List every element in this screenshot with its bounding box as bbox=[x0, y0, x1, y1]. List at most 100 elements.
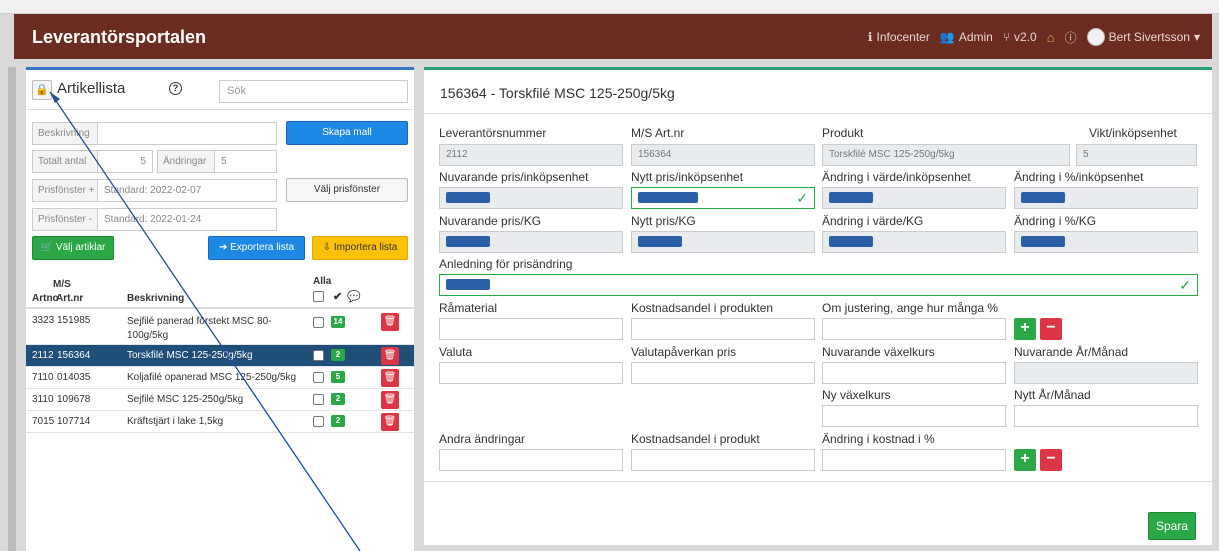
om-justering-input[interactable] bbox=[822, 318, 1006, 340]
table-row-selected[interactable]: 2112 156364 Torskfilé MSC 125-250g/5kg 2… bbox=[26, 345, 414, 367]
row-checkbox[interactable] bbox=[313, 317, 324, 331]
spara-button[interactable]: Spara bbox=[1148, 512, 1196, 540]
row-checkbox[interactable] bbox=[313, 350, 324, 364]
nav-admin[interactable]: 👥 Admin bbox=[940, 30, 993, 44]
nytt-ar-manad-input[interactable] bbox=[1014, 405, 1198, 427]
row-checkbox[interactable] bbox=[313, 394, 324, 408]
top-navbar: Leverantörsportalen ℹ Infocenter 👥 Admin ⑂… bbox=[14, 14, 1212, 59]
row-msart: 151985 bbox=[57, 315, 91, 326]
nytt-pris-ink-label: Nytt pris/inköpsenhet bbox=[631, 170, 744, 184]
andringar-label: Ändringar bbox=[157, 150, 215, 173]
ny-vaxelkurs-input[interactable] bbox=[822, 405, 1006, 427]
table-row[interactable]: 3110 109678 Sejfilé MSC 125-250g/5kg 2 🗑 bbox=[26, 389, 414, 411]
vikt-label: Vikt/inköpsenhet bbox=[1089, 126, 1177, 140]
nuv-pris-ink-label: Nuvarande pris/inköpsenhet bbox=[439, 170, 589, 184]
exportera-lista-button[interactable]: ➔ Exportera lista bbox=[208, 236, 305, 260]
add-row-button[interactable]: + bbox=[1014, 318, 1036, 340]
remove-row-button[interactable]: − bbox=[1040, 449, 1062, 471]
trash-icon[interactable]: 🗑 bbox=[381, 347, 399, 365]
caret-down-icon: ▾ bbox=[1193, 30, 1200, 44]
nytt-pris-ink-input[interactable]: ✓ bbox=[631, 187, 815, 209]
nuv-ar-manad-label: Nuvarande År/Månad bbox=[1014, 345, 1129, 359]
valid-check-icon: ✓ bbox=[1179, 277, 1191, 293]
andr-varde-kg-field bbox=[822, 231, 1006, 253]
brand-title[interactable]: Leverantörsportalen bbox=[32, 27, 206, 48]
valutapaverkan-input[interactable] bbox=[631, 362, 815, 384]
redacted-value bbox=[446, 279, 490, 290]
prisfonster-minus-label: Prisfönster - bbox=[32, 208, 98, 231]
row-desc: Torskfilé MSC 125-250g/5kg bbox=[127, 350, 253, 361]
lock-icon[interactable]: 🔒 bbox=[32, 80, 52, 100]
row-count-badge: 2 bbox=[331, 393, 345, 405]
andring-kostnad-input[interactable] bbox=[822, 449, 1006, 471]
row-artno: 7015 bbox=[32, 416, 55, 427]
trash-icon[interactable]: 🗑 bbox=[381, 391, 399, 409]
col-beskrivning: Beskrivning bbox=[127, 293, 185, 304]
ramaterial-input[interactable] bbox=[439, 318, 623, 340]
row-checkbox[interactable] bbox=[313, 372, 324, 386]
trash-icon[interactable]: 🗑 bbox=[381, 369, 399, 387]
ramaterial-label: Råmaterial bbox=[439, 301, 498, 315]
importera-lista-button[interactable]: ⇩ Importera lista bbox=[312, 236, 408, 260]
home-icon[interactable]: ⌂ bbox=[1047, 30, 1055, 45]
nuv-pris-kg-field bbox=[439, 231, 623, 253]
nav-version[interactable]: ⑂ v2.0 bbox=[1003, 30, 1037, 44]
redacted-value bbox=[1021, 192, 1065, 203]
search-input[interactable]: Sök bbox=[219, 80, 408, 103]
trash-icon[interactable]: 🗑 bbox=[381, 313, 399, 331]
beskrivning-input[interactable] bbox=[97, 122, 277, 145]
row-desc: Sejfilé MSC 125-250g/5kg bbox=[127, 394, 244, 405]
user-menu[interactable]: Bert Sivertsson ▾ bbox=[1086, 28, 1200, 46]
nytt-ar-manad-label: Nytt År/Månad bbox=[1014, 388, 1091, 402]
nav-version-label: v2.0 bbox=[1014, 30, 1037, 44]
table-row[interactable]: 7110 014035 Koljafilé opanerad MSC 125-2… bbox=[26, 367, 414, 389]
row-desc: Koljafilé opanerad MSC 125-250g/5kg bbox=[127, 372, 296, 383]
help-icon[interactable]: ⓘ bbox=[1065, 29, 1077, 46]
produkt-value: Torskfilé MSC 125-250g/5kg bbox=[822, 144, 1070, 166]
article-list-panel: 🔒 Artikellista ? Sök Beskrivning Skapa m… bbox=[26, 67, 414, 551]
nuv-pris-kg-label: Nuvarande pris/KG bbox=[439, 214, 542, 228]
table-row[interactable]: 7015 107714 Kräftstjärt i lake 1,5kg 2 🗑 bbox=[26, 411, 414, 433]
valj-artiklar-button[interactable]: 🛒 Välj artiklar bbox=[32, 236, 114, 260]
valuta-select[interactable] bbox=[439, 362, 623, 384]
kostnadsandel-input[interactable] bbox=[631, 318, 815, 340]
row-artno: 3323 bbox=[32, 315, 55, 326]
andr-proc-kg-field bbox=[1014, 231, 1198, 253]
branch-icon: ⑂ bbox=[1002, 30, 1011, 44]
col-ms-top: M/S bbox=[53, 279, 71, 290]
om-justering-label: Om justering, ange hur många % bbox=[822, 301, 999, 315]
valj-prisfonster-button[interactable]: Välj prisfönster bbox=[286, 178, 408, 202]
row-artno: 7110 bbox=[32, 372, 54, 383]
andra-andringar-input[interactable] bbox=[439, 449, 623, 471]
ny-vaxelkurs-label: Ny växelkurs bbox=[822, 388, 891, 402]
kostnadsandel2-label: Kostnadsandel i produkt bbox=[631, 432, 760, 446]
row-desc: Kräftstjärt i lake 1,5kg bbox=[127, 416, 224, 427]
cart-icon: 🛒 bbox=[40, 242, 54, 253]
valj-artiklar-label: Välj artiklar bbox=[55, 242, 106, 253]
add-row-button[interactable]: + bbox=[1014, 449, 1036, 471]
row-msart: 014035 bbox=[57, 372, 91, 383]
redacted-value bbox=[446, 236, 490, 247]
table-row[interactable]: 3323 151985 Sejfilé panerad förstekt MSC… bbox=[26, 309, 414, 345]
remove-row-button[interactable]: − bbox=[1040, 318, 1062, 340]
prisfonster-plus-value: Standard: 2022-02-07 bbox=[97, 179, 277, 202]
article-detail-panel: 156364 - Torskfilé MSC 125-250g/5kg Leve… bbox=[424, 67, 1212, 545]
trash-icon[interactable]: 🗑 bbox=[381, 413, 399, 431]
row-artno: 3110 bbox=[32, 394, 54, 405]
andring-kostnad-label: Ändring i kostnad i % bbox=[822, 432, 935, 446]
beskrivning-label: Beskrivning bbox=[32, 122, 98, 145]
row-checkbox[interactable] bbox=[313, 416, 324, 430]
nuv-vaxelkurs-input[interactable] bbox=[822, 362, 1006, 384]
skapa-mall-button[interactable]: Skapa mall bbox=[286, 121, 408, 145]
anledning-input[interactable]: ✓ bbox=[439, 274, 1198, 296]
info-icon: ℹ bbox=[867, 30, 873, 44]
kostnadsandel2-input[interactable] bbox=[631, 449, 815, 471]
navbar-right: ℹ Infocenter 👥 Admin ⑂ v2.0 ⌂ ⓘ Bert Sivert… bbox=[868, 28, 1200, 46]
help-icon[interactable]: ? bbox=[169, 82, 182, 95]
nav-infocenter[interactable]: ℹ Infocenter bbox=[868, 30, 930, 44]
msart-label: M/S Art.nr bbox=[631, 126, 685, 140]
select-all-checkbox[interactable] bbox=[313, 291, 324, 305]
redacted-value bbox=[829, 192, 873, 203]
valuta-label: Valuta bbox=[439, 345, 473, 359]
divider bbox=[424, 113, 1212, 114]
